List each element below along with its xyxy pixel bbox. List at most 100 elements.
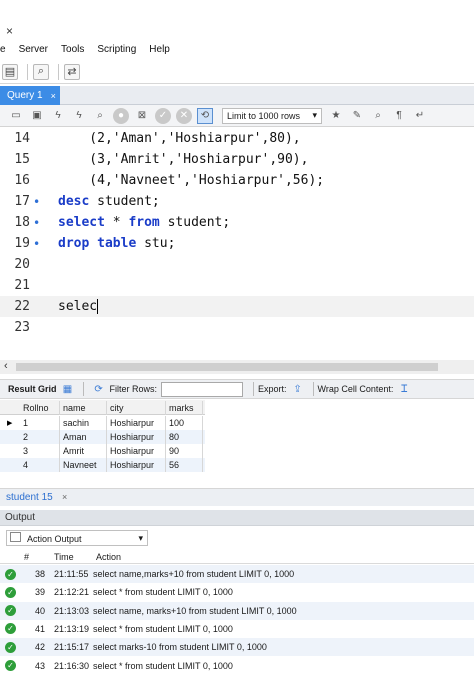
commit-icon[interactable]: ✓ <box>155 107 171 124</box>
database-icon[interactable]: ▤ <box>2 63 18 80</box>
editor-horizontal-scrollbar[interactable]: ‹ <box>0 360 474 374</box>
code-line[interactable]: 16 (4,'Navneet','Hoshiarpur',56); <box>0 170 474 191</box>
grid-column-header[interactable]: marks <box>166 401 203 415</box>
grid-cell[interactable]: Navneet <box>60 458 107 472</box>
grid-cell[interactable]: sachin <box>60 416 107 430</box>
export-icon[interactable]: ⇪ <box>291 383 305 395</box>
favorite-icon[interactable]: ★ <box>328 108 344 124</box>
scrollbar-thumb[interactable] <box>16 363 438 371</box>
code-line[interactable]: 15 (3,'Amrit','Hoshiarpur',90), <box>0 149 474 170</box>
code-line[interactable]: 20 <box>0 254 474 275</box>
grid-cell[interactable]: Hoshiarpur <box>107 416 166 430</box>
table-row[interactable]: ✓ 41 21:13:19 select * from student LIMIT 0… <box>0 620 474 638</box>
close-tab-icon[interactable]: × <box>62 492 67 502</box>
status-cell: ✓ <box>5 565 16 583</box>
grid-cell[interactable]: 56 <box>166 458 203 472</box>
grid-cell[interactable]: Hoshiarpur <box>107 458 166 472</box>
output-column-header[interactable]: Action <box>96 549 121 564</box>
menu-item-edit[interactable]: e <box>0 44 6 55</box>
grid-cell[interactable]: 80 <box>166 430 203 444</box>
code-line[interactable]: 18 • select * from student; <box>0 212 474 233</box>
menu-item-scripting[interactable]: Scripting <box>97 44 136 55</box>
table-row[interactable]: 2 Aman Hoshiarpur 80 <box>0 430 205 444</box>
code-line[interactable]: 23 <box>0 317 474 338</box>
output-column-header[interactable]: # <box>24 549 29 564</box>
wrap-cell-icon[interactable]: Ꮖ <box>397 383 411 395</box>
grid-cell[interactable]: Amrit <box>60 444 107 458</box>
menu-item-server[interactable]: Server <box>19 44 48 55</box>
grid-cell[interactable]: 100 <box>166 416 203 430</box>
code-line[interactable]: 19 • drop table stu; <box>0 233 474 254</box>
table-row[interactable]: ✓ 39 21:12:21 select * from student LIMIT 0… <box>0 583 474 601</box>
table-row[interactable]: 3 Amrit Hoshiarpur 90 <box>0 444 205 458</box>
output-index: 43 <box>35 660 46 671</box>
filter-rows-label: Filter Rows: <box>109 384 158 394</box>
code-line[interactable]: 21 <box>0 275 474 296</box>
refresh-icon[interactable]: ⟳ <box>92 383 106 395</box>
grid-cell[interactable]: Hoshiarpur <box>107 430 166 444</box>
reconnect-icon[interactable]: ⇄ <box>64 63 80 80</box>
grid-cell[interactable]: Hoshiarpur <box>107 444 166 458</box>
output-time: 21:11:55 <box>54 569 89 579</box>
table-row[interactable]: ✓ 42 21:15:17 select marks-10 from student … <box>0 638 474 657</box>
grid-cell[interactable]: 3 <box>20 444 60 458</box>
execute-current-icon[interactable]: ϟ <box>71 108 87 124</box>
table-row[interactable]: ✓ 40 21:13:03 select name, marks+10 from st… <box>0 601 474 620</box>
save-icon[interactable]: ▣ <box>29 108 45 124</box>
grid-cell[interactable]: 4 <box>20 458 60 472</box>
autocommit-icon[interactable]: ⟲ <box>197 107 213 124</box>
output-time: 21:13:19 <box>54 623 90 634</box>
sql-editor[interactable]: 14 (2,'Aman','Hoshiarpur',80), 15 (3,'Amr… <box>0 127 474 360</box>
table-row[interactable]: ✓ 43 21:16:30 select * from student LIMIT 0… <box>0 657 474 675</box>
grid-cell[interactable]: 1 <box>20 416 60 430</box>
status-cell: ✓ <box>5 602 16 620</box>
toolbar-divider <box>312 382 314 396</box>
invisible-chars-icon[interactable]: ¶ <box>391 108 407 124</box>
main-toolbar: ▤ ⌕ ⇄ <box>0 60 474 84</box>
table-row[interactable]: ▶ 1 sachin Hoshiarpur 100 <box>0 416 205 430</box>
rollback-icon[interactable]: ✕ <box>176 107 192 124</box>
sql-text: student; <box>159 215 231 230</box>
open-file-icon[interactable]: ▭ <box>8 108 24 124</box>
action-output-label: Action Output <box>27 534 82 544</box>
limit-rows-select[interactable]: Limit to 1000 rows ▾ <box>222 107 322 124</box>
explain-icon[interactable]: ⌕ <box>92 108 108 124</box>
result-grid-label[interactable]: Result Grid <box>8 384 57 394</box>
grid-view-icon[interactable]: ▦ <box>61 383 75 395</box>
stop-icon[interactable]: ● <box>113 107 129 124</box>
wrap-icon[interactable]: ↵ <box>412 108 428 124</box>
inspector-icon[interactable]: ⌕ <box>33 63 49 80</box>
output-column-header[interactable]: Time <box>54 549 74 564</box>
code-line[interactable]: 22 selec <box>0 296 474 317</box>
grid-column-header[interactable]: Rollno <box>20 401 60 415</box>
code-line[interactable]: 14 (2,'Aman','Hoshiarpur',80), <box>0 128 474 149</box>
action-output-select[interactable]: Action Output ▾ <box>6 530 148 546</box>
grid-header-row: Rollno name city marks <box>0 400 205 415</box>
table-row[interactable]: 4 Navneet Hoshiarpur 56 <box>0 458 205 472</box>
limit-rows-value: Limit to 1000 rows <box>227 110 301 121</box>
menu-item-help[interactable]: Help <box>149 44 170 55</box>
beautify-icon[interactable]: ✎ <box>349 108 365 124</box>
grid-cell[interactable]: 90 <box>166 444 203 458</box>
filter-rows-input[interactable] <box>161 381 244 397</box>
close-tab-icon[interactable]: × <box>51 91 56 101</box>
output-time: 21:15:17 <box>54 642 90 653</box>
grid-column-header[interactable]: name <box>60 401 107 415</box>
line-number: 14 <box>14 131 30 146</box>
scroll-left-icon[interactable]: ‹ <box>4 360 8 372</box>
search-icon[interactable]: ⌕ <box>370 108 386 124</box>
execute-icon[interactable]: ϟ <box>50 108 66 124</box>
menu-item-tools[interactable]: Tools <box>61 44 84 55</box>
table-row[interactable]: ✓ 38 21:11:55 select name,marks+10 from stu… <box>0 565 474 583</box>
grid-column-header[interactable]: city <box>107 401 166 415</box>
toggle-error-icon[interactable]: ⊠ <box>134 108 150 124</box>
close-icon[interactable]: × <box>6 24 13 38</box>
grid-cell[interactable]: 2 <box>20 430 60 444</box>
grid-cell[interactable]: Aman <box>60 430 107 444</box>
code-line[interactable]: 17 • desc student; <box>0 191 474 212</box>
window-top-strip: × <box>0 0 474 40</box>
tab-query-1[interactable]: Query 1 × <box>0 86 60 105</box>
output-action: select name,marks+10 from student LIMIT … <box>93 569 295 579</box>
tab-student-15[interactable]: student 15 <box>6 492 53 503</box>
line-number: 23 <box>14 320 30 335</box>
